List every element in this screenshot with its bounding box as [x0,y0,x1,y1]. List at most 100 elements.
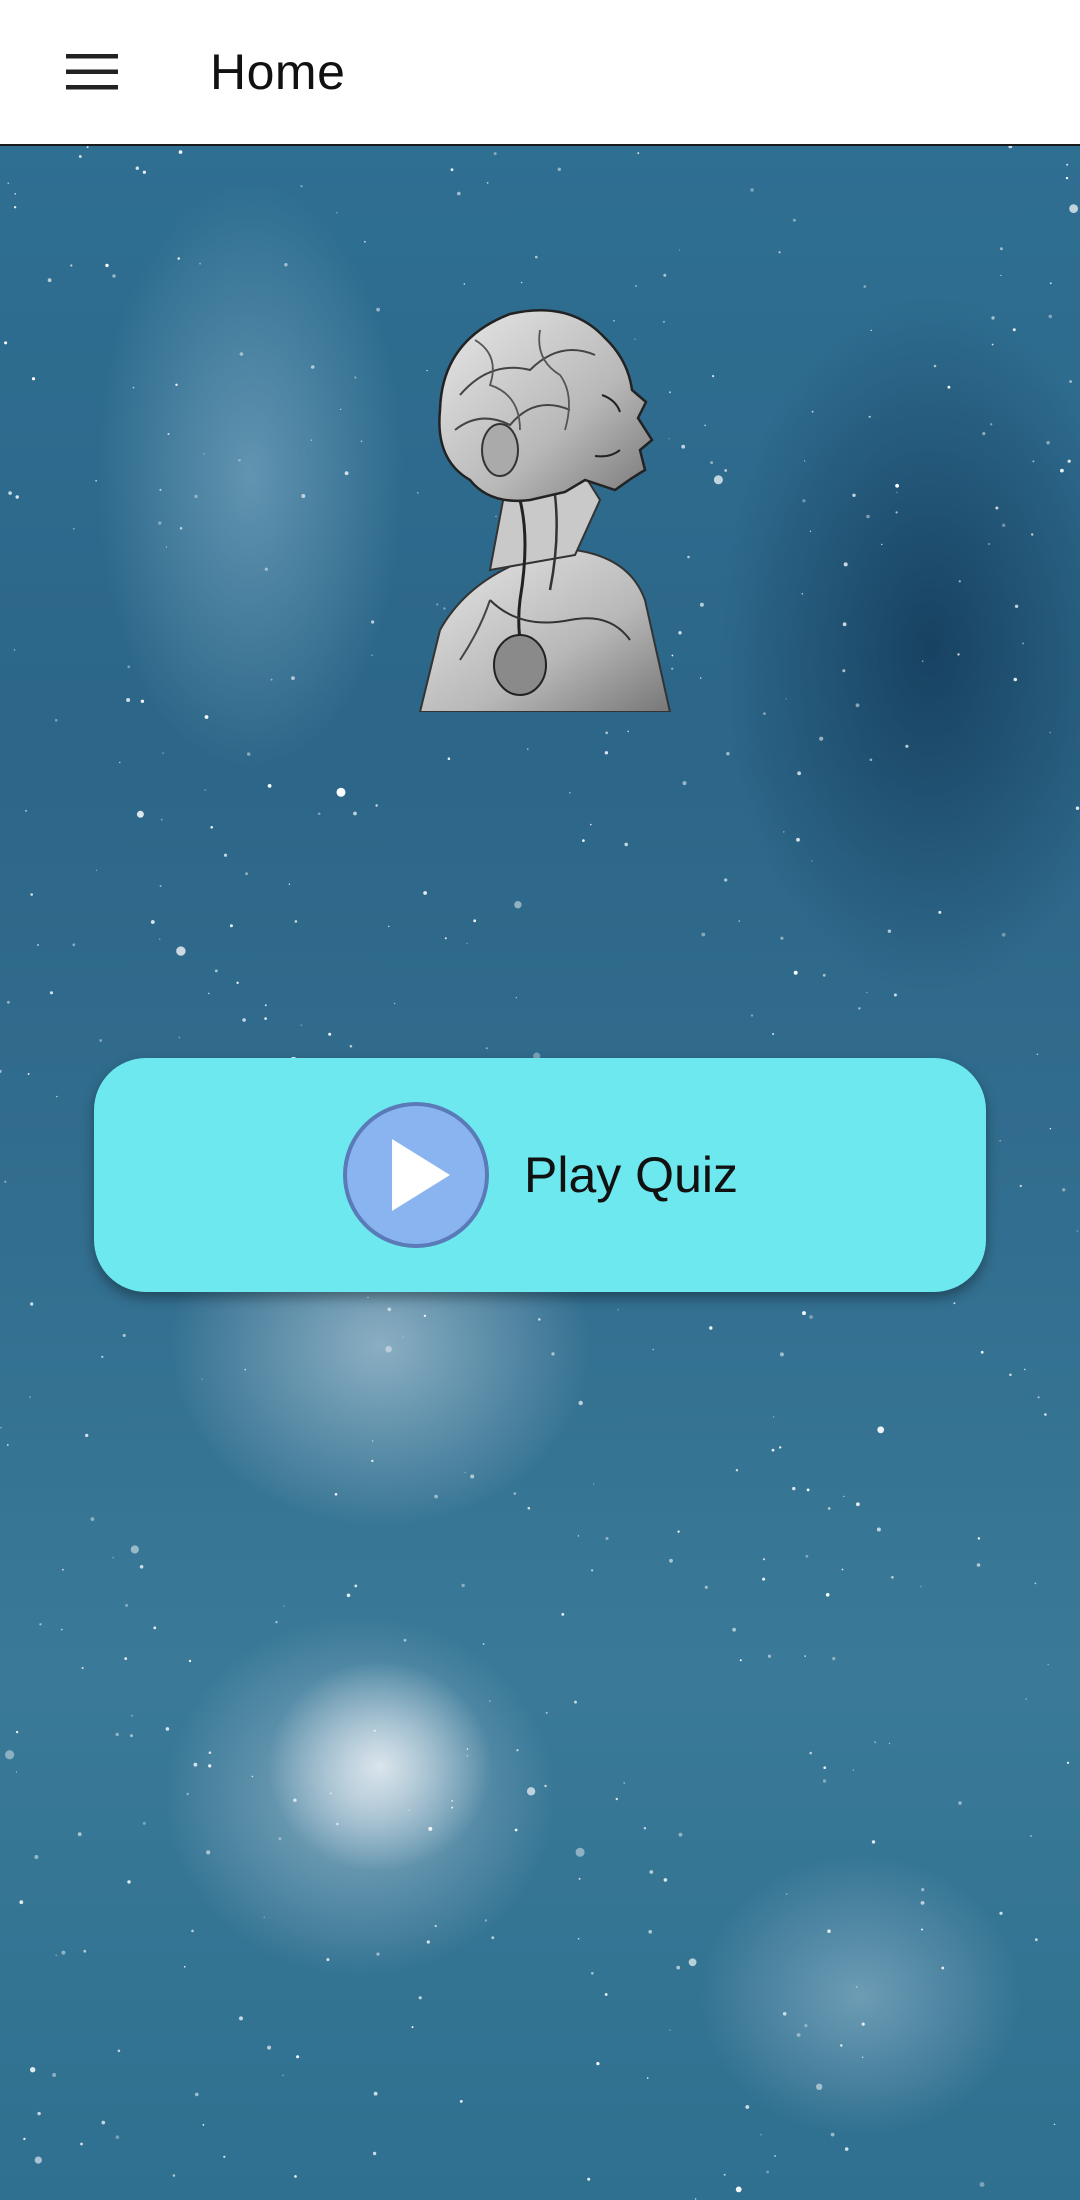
star [977,1537,981,1540]
star [188,1659,192,1663]
star [39,1623,42,1626]
star [844,2147,849,2151]
star [80,2142,83,2146]
star [15,1771,17,1773]
star [493,152,497,156]
star [861,2056,864,2059]
star [30,893,33,896]
star [242,1018,246,1022]
star [779,1446,782,1449]
star [855,1985,858,1988]
play-quiz-button[interactable]: Play Quiz [94,1058,986,1292]
star [513,1492,517,1495]
star [284,263,288,267]
star [866,514,870,519]
star [750,1014,754,1017]
star [124,1657,127,1660]
menu-button[interactable] [46,26,138,118]
star [762,1577,766,1581]
star [229,924,233,928]
star [1001,932,1006,937]
star [591,1972,594,1975]
star [1065,176,1069,180]
star [805,1554,809,1558]
star [47,278,52,283]
star [1034,1582,1037,1585]
star [85,1433,89,1438]
star [294,2175,297,2178]
star [796,837,800,842]
star [178,1036,181,1039]
star [958,580,961,583]
star [881,543,883,546]
play-icon [342,1101,490,1249]
star [6,1000,10,1004]
star [360,440,363,443]
star [162,752,164,754]
star [418,1996,422,2000]
star [663,1878,668,1882]
star [0,1069,2,1073]
star [1000,274,1002,276]
star [52,2073,57,2077]
star [895,511,898,514]
star [780,936,784,940]
star [905,744,909,748]
star [980,1350,984,1354]
star [330,1792,332,1795]
star [941,1966,945,1970]
star [688,1958,697,1967]
star [842,622,847,627]
star [101,2120,106,2125]
star [557,167,561,171]
star [1053,2123,1056,2126]
star [893,993,897,997]
star [852,1769,854,1771]
star [669,2029,671,2031]
star [183,1966,186,1968]
star [605,1537,609,1540]
star [1022,642,1024,645]
star [136,810,144,818]
star [816,2083,823,2090]
star [1031,533,1034,536]
star [153,1626,157,1630]
star [70,264,73,267]
star [49,991,54,995]
star [827,1929,831,1933]
star [126,698,131,702]
star [278,1837,282,1841]
star [545,1711,548,1714]
star [514,901,522,909]
star [376,1952,380,1956]
star [61,1950,66,1955]
star [866,991,868,994]
star [176,946,186,956]
star [95,479,97,482]
star [294,920,298,923]
star [796,2033,801,2037]
star [806,1488,810,1492]
star [165,546,168,548]
star [160,818,163,821]
star [1075,806,1080,810]
star [101,1355,104,1358]
star [244,1368,246,1371]
star [590,823,592,826]
star [354,1584,358,1588]
star [1069,204,1078,213]
star [832,1657,836,1661]
star [127,1880,131,1884]
star [515,997,517,999]
star [19,1900,24,1905]
star [245,872,249,876]
star [489,1700,491,1702]
star [336,1822,339,1826]
star [466,1748,469,1750]
star [1025,1698,1027,1700]
star [175,383,178,386]
star [463,283,465,285]
star [920,1585,922,1588]
star [1049,282,1052,285]
star [1047,1663,1050,1666]
